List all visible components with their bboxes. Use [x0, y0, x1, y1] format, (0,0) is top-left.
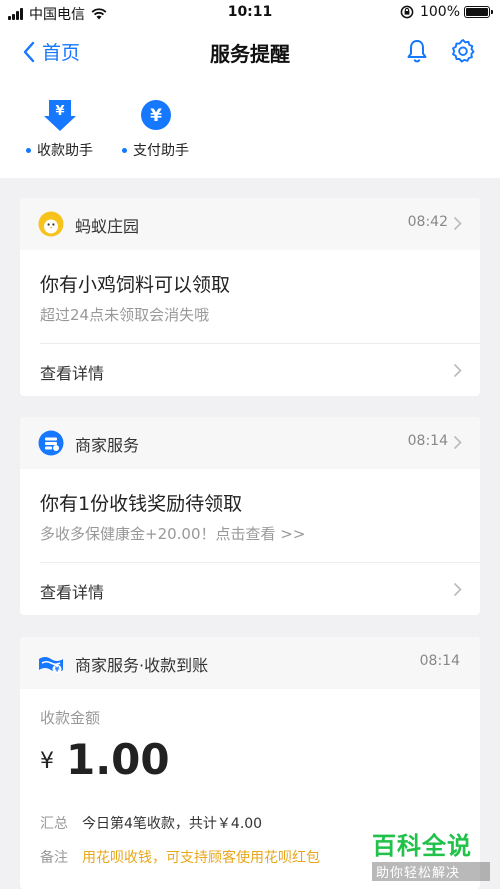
summary-value: 今日第4笔收款，共计￥4.00	[82, 816, 263, 832]
currency-symbol: ¥	[40, 749, 54, 774]
svg-text:¥: ¥	[55, 104, 64, 119]
amount-value: 1.00	[66, 735, 170, 784]
view-details-link[interactable]: 查看详情	[40, 579, 104, 603]
divider	[40, 562, 480, 563]
svg-text:¥: ¥	[55, 666, 60, 674]
card-source: 蚂蚁庄园	[75, 217, 140, 236]
pay-helper-button[interactable]: ¥ 支付助手	[122, 98, 189, 160]
notification-card[interactable]: 蚂蚁庄园 08:42 你有小鸡饲料可以领取 超过24点未领取会消失哦 查看详情	[20, 198, 480, 396]
card-headline: 你有1份收钱奖励待领取	[40, 493, 243, 515]
chick-avatar-icon	[38, 211, 64, 237]
note-label: 备注	[40, 850, 68, 866]
rotation-lock-icon	[400, 5, 414, 19]
card-body: 你有小鸡饲料可以领取 超过24点未领取会消失哦 查看详情	[20, 250, 480, 396]
card-source: 商家服务·收款到账	[75, 656, 209, 675]
card-time: 08:42	[407, 214, 448, 230]
merchant-service-icon	[38, 430, 64, 456]
collect-helper-button[interactable]: ¥ 收款助手	[26, 98, 93, 160]
notification-card[interactable]: 商家服务 08:14 你有1份收钱奖励待领取 多收多保健康金+20.00！点击查…	[20, 417, 480, 615]
battery-icon	[464, 6, 493, 18]
chevron-right-icon	[453, 216, 462, 231]
watermark-title: 百科全说	[372, 832, 472, 860]
card-source: 商家服务	[75, 436, 140, 455]
view-details-link[interactable]: 查看详情	[40, 360, 104, 384]
nav-bar: 首页 服务提醒	[0, 26, 500, 78]
bell-icon[interactable]	[405, 38, 429, 64]
battery-percent: 100%	[419, 4, 460, 20]
merchant-receipt-icon: ¥	[39, 657, 63, 674]
chevron-right-icon	[453, 582, 462, 597]
helper-label: 支付助手	[133, 143, 189, 159]
card-subtitle[interactable]: 多收多保健康金+20.00！点击查看 >>	[40, 523, 305, 544]
card-body: 你有1份收钱奖励待领取 多收多保健康金+20.00！点击查看 >> 查看详情	[20, 469, 480, 615]
chevron-right-icon	[453, 435, 462, 450]
status-right: 100%	[400, 4, 493, 20]
helper-label: 收款助手	[37, 143, 93, 159]
note-value: 用花呗收钱，可支持顾客使用花呗红包	[82, 850, 320, 866]
card-headline: 你有小鸡饲料可以领取	[40, 274, 231, 296]
amount-label: 收款金额	[40, 709, 101, 727]
card-time: 08:14	[407, 433, 448, 449]
yuan-download-icon: ¥	[43, 100, 76, 131]
status-bar: 中国电信 10:11 100%	[0, 0, 500, 26]
chevron-right-icon	[453, 363, 462, 378]
divider	[40, 343, 480, 344]
svg-text:¥: ¥	[150, 106, 162, 126]
card-subtitle: 超过24点未领取会消失哦	[40, 306, 210, 324]
watermark: 百科全说 助你轻松解决	[372, 826, 490, 882]
card-header[interactable]: 蚂蚁庄园 08:42	[20, 198, 480, 250]
helper-bar: ¥ 收款助手 ¥ 支付助手	[0, 78, 500, 178]
yuan-circle-icon: ¥	[140, 100, 171, 130]
card-header[interactable]: 商家服务 08:14	[20, 417, 480, 469]
gear-icon[interactable]	[450, 38, 476, 64]
summary-label: 汇总	[40, 816, 68, 832]
watermark-subtitle: 助你轻松解决	[372, 862, 490, 881]
card-time: 08:14	[419, 653, 460, 669]
card-header[interactable]: ¥ 商家服务·收款到账 08:14	[20, 637, 480, 689]
